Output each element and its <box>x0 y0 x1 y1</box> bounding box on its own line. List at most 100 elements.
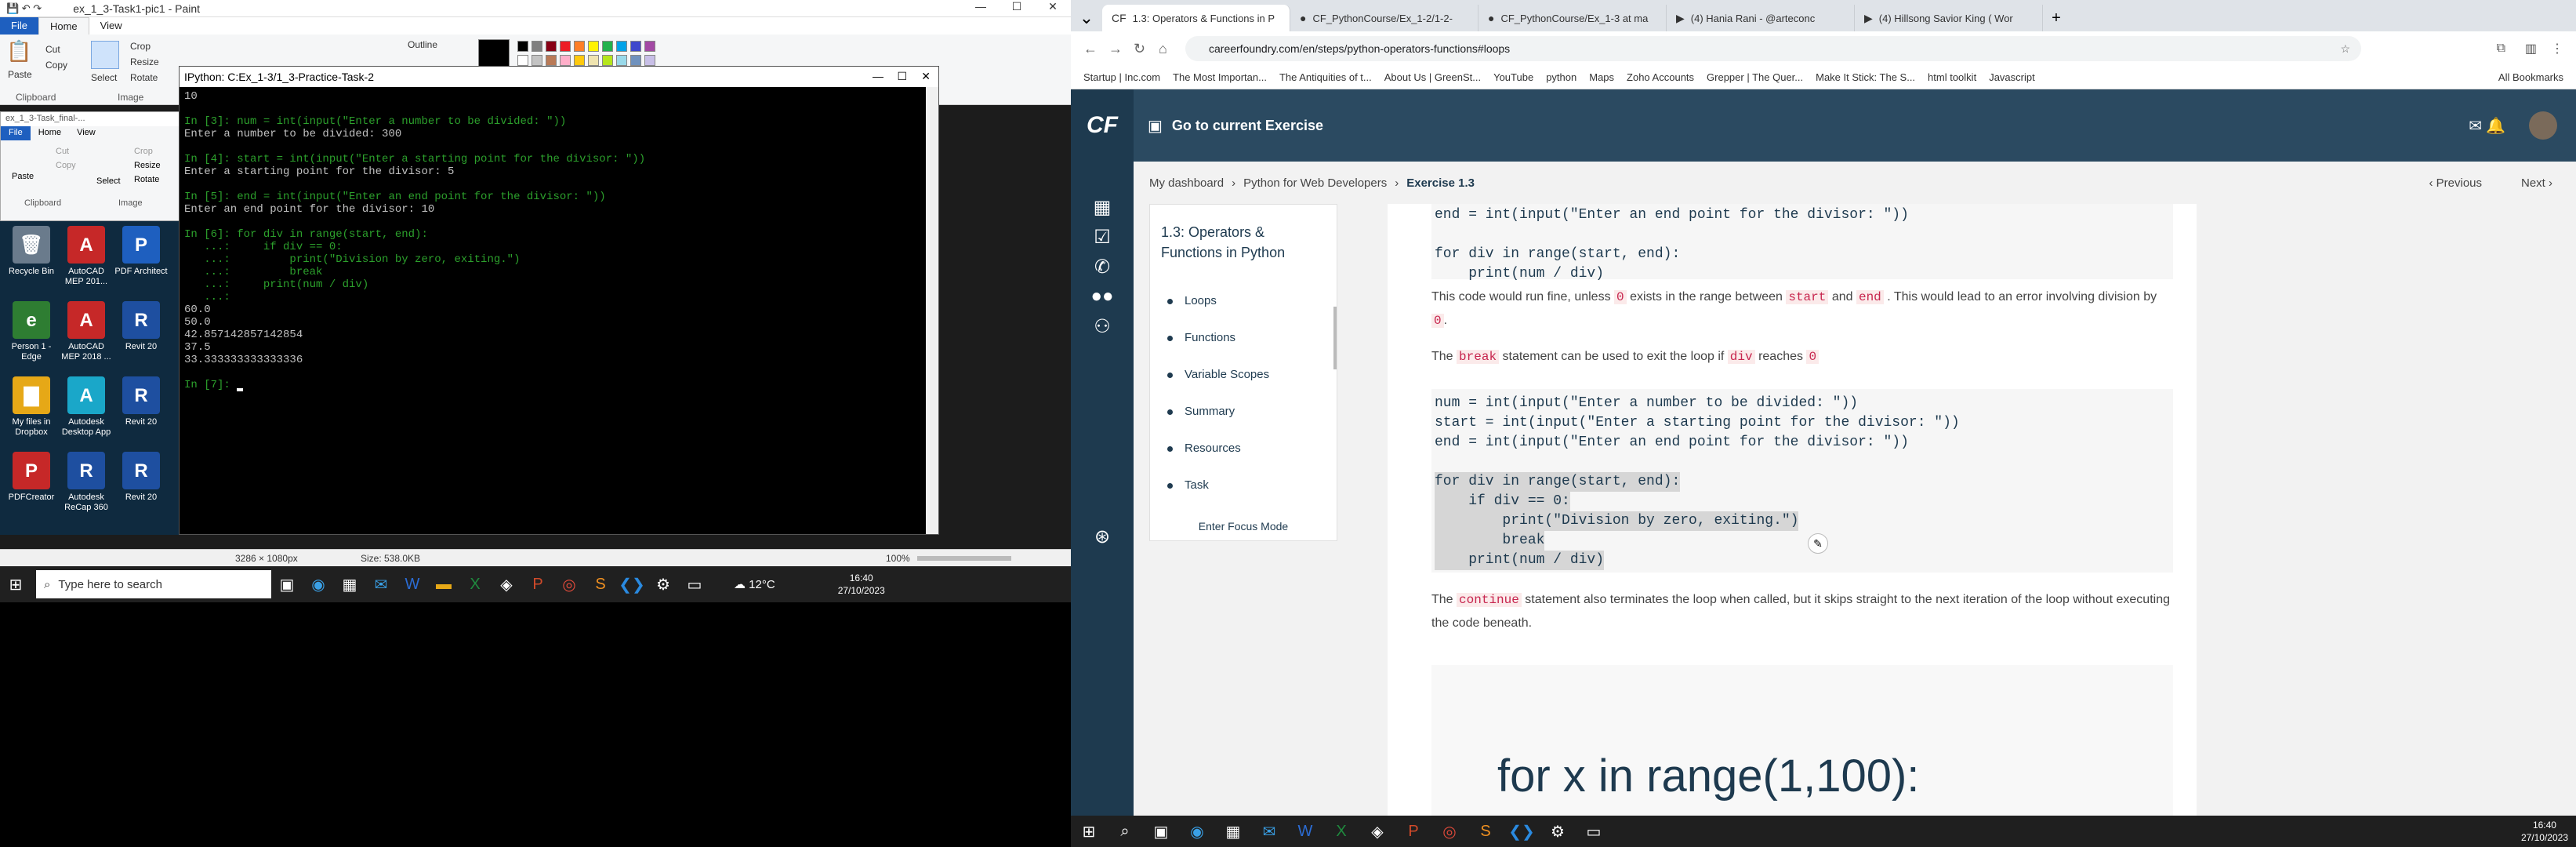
new-tab-button[interactable]: + <box>2043 5 2070 31</box>
terminal-icon[interactable]: ▭ <box>679 569 710 600</box>
mail-icon[interactable]: ✉ <box>365 569 397 600</box>
excel-icon-right[interactable]: X <box>1323 823 1359 841</box>
breadcrumb-course[interactable]: Python for Web Developers <box>1243 176 1387 190</box>
phone-icon[interactable]: ✆ <box>1090 256 1115 281</box>
console-scrollbar[interactable] <box>926 87 938 534</box>
paste-icon[interactable]: 📋 <box>6 39 31 64</box>
desktop-icon[interactable]: R Revit 20 <box>114 301 168 352</box>
bookmark-item[interactable]: The Most Importan... <box>1173 71 1267 83</box>
paint2-copy[interactable]: Copy <box>56 161 76 170</box>
next-button[interactable]: Next › <box>2521 176 2552 190</box>
browser-tab[interactable]: ● CF_PythonCourse/Ex_1-3 at ma <box>1478 5 1667 31</box>
task-view-icon[interactable]: ▣ <box>271 569 303 600</box>
palette-swatch[interactable] <box>602 55 613 66</box>
palette-swatch[interactable] <box>588 41 599 52</box>
close-icon[interactable]: ✕ <box>1035 0 1071 13</box>
extensions-icon[interactable]: ⧉ <box>2497 42 2505 56</box>
desktop-icon[interactable]: R Revit 20 <box>114 452 168 503</box>
crop-button[interactable]: Crop <box>130 41 151 52</box>
breadcrumb-dashboard[interactable]: My dashboard <box>1149 176 1224 190</box>
paint2-tab-file[interactable]: File <box>1 126 31 140</box>
paint2-paste[interactable]: Paste <box>12 172 34 181</box>
explorer-icon[interactable]: ▬ <box>428 569 459 600</box>
paint-save-icon[interactable]: 💾 ↶ ↷ <box>6 2 42 15</box>
palette-swatch[interactable] <box>574 41 585 52</box>
desktop-icon[interactable]: P PDF Architect <box>114 226 168 277</box>
home-icon[interactable]: ⌂ <box>1159 41 1167 57</box>
tab-home[interactable]: Home <box>38 17 89 35</box>
edge-icon[interactable]: ◉ <box>303 569 334 600</box>
bookmark-item[interactable]: html toolkit <box>1928 71 1976 83</box>
edge-icon-right[interactable]: ◉ <box>1179 822 1215 842</box>
bookmark-item[interactable]: Javascript <box>1989 71 2035 83</box>
bookmark-item[interactable]: About Us | GreenSt... <box>1384 71 1481 83</box>
console-maximize-icon[interactable]: ☐ <box>897 70 907 83</box>
maximize-icon[interactable]: ☐ <box>999 0 1035 13</box>
desktop-icon[interactable]: P PDFCreator <box>5 452 58 503</box>
sidepanel-icon[interactable]: ▥ <box>2525 41 2537 56</box>
reload-icon[interactable]: ↻ <box>1134 41 1145 57</box>
rotate-button[interactable]: Rotate <box>130 72 158 83</box>
tasks-icon[interactable]: ☑ <box>1090 226 1115 251</box>
network-icon[interactable]: ⚇ <box>1090 315 1115 340</box>
minimize-icon[interactable]: — <box>963 0 999 13</box>
palette-swatch[interactable] <box>616 41 627 52</box>
bookmark-item[interactable]: YouTube <box>1493 71 1533 83</box>
paint2-crop[interactable]: Crop <box>134 147 153 156</box>
palette-swatch[interactable] <box>560 41 571 52</box>
cf-logo[interactable]: CF <box>1071 89 1134 162</box>
notifications-icon[interactable]: 🔔 <box>2486 116 2505 136</box>
star-icon[interactable]: ☆ <box>2340 42 2350 56</box>
bookmark-item[interactable]: Maps <box>1589 71 1614 83</box>
toc-item[interactable]: Summary <box>1150 405 1337 442</box>
palette-swatch[interactable] <box>644 41 655 52</box>
windows-start-icon[interactable]: ⊞ <box>0 569 31 600</box>
bookmark-item[interactable]: The Antiquities of t... <box>1279 71 1372 83</box>
console-close-icon[interactable]: ✕ <box>921 70 931 83</box>
clock-right[interactable]: 16:40 27/10/2023 <box>2521 819 2568 844</box>
settings-icon[interactable]: ⚙ <box>648 569 679 600</box>
avatar[interactable] <box>2529 111 2557 140</box>
app-icon[interactable]: ◈ <box>491 569 522 600</box>
select-icon[interactable] <box>91 41 119 69</box>
excel-icon[interactable]: X <box>459 569 491 600</box>
powerpoint-icon-right[interactable]: P <box>1395 823 1431 841</box>
dashboard-icon[interactable]: ▦ <box>1090 196 1115 221</box>
messages-icon[interactable]: ✉ <box>2469 116 2482 136</box>
community-icon[interactable]: ●● <box>1090 285 1115 311</box>
tab-search-icon[interactable]: ⌄ <box>1071 5 1102 31</box>
previous-button[interactable]: ‹ Previous <box>2429 176 2482 190</box>
browser-tab[interactable]: ● CF_PythonCourse/Ex_1-2/1-2- <box>1290 5 1478 31</box>
paint2-cut[interactable]: Cut <box>56 147 69 156</box>
word-icon[interactable]: W <box>397 569 428 600</box>
palette-swatch[interactable] <box>532 41 542 52</box>
search-icon-right[interactable]: ⌕ <box>1107 823 1143 841</box>
console-minimize-icon[interactable]: — <box>873 70 883 82</box>
desktop-icon[interactable]: R Autodesk ReCap 360 <box>60 452 113 513</box>
bookmark-item[interactable]: Zoho Accounts <box>1627 71 1694 83</box>
palette-swatch[interactable] <box>616 55 627 66</box>
focus-mode-button[interactable]: Enter Focus Mode <box>1150 520 1337 533</box>
toc-item[interactable]: Task <box>1150 478 1337 515</box>
toc-item[interactable]: Functions <box>1150 331 1337 368</box>
support-icon[interactable]: ⊛ <box>1090 525 1115 551</box>
palette-swatch[interactable] <box>602 41 613 52</box>
toc-item[interactable]: Resources <box>1150 442 1337 478</box>
back-icon[interactable]: ← <box>1083 41 1098 57</box>
chrome-icon[interactable]: ◎ <box>553 569 585 600</box>
forward-icon[interactable]: → <box>1108 41 1123 57</box>
console-output[interactable]: 10 In [3]: num = int(input("Enter a numbe… <box>180 87 938 394</box>
desktop-icon[interactable]: A AutoCAD MEP 2018 ... <box>60 301 113 362</box>
desktop-icon[interactable]: ▇ My files in Dropbox <box>5 376 58 438</box>
task-view-icon-right[interactable]: ▣ <box>1143 822 1179 842</box>
paste-button[interactable]: Paste <box>8 69 32 80</box>
paint2-resize[interactable]: Resize <box>134 161 161 170</box>
palette-swatch[interactable] <box>517 41 528 52</box>
desktop-icon[interactable]: 🗑 Recycle Bin <box>5 226 58 277</box>
chrome-icon-right[interactable]: ◎ <box>1431 822 1468 842</box>
palette-swatch[interactable] <box>546 41 557 52</box>
palette-swatch[interactable] <box>517 55 528 66</box>
select-button[interactable]: Select <box>91 72 117 83</box>
app-icon-right[interactable]: ◈ <box>1359 822 1395 842</box>
outline-button[interactable]: Outline <box>408 39 437 50</box>
